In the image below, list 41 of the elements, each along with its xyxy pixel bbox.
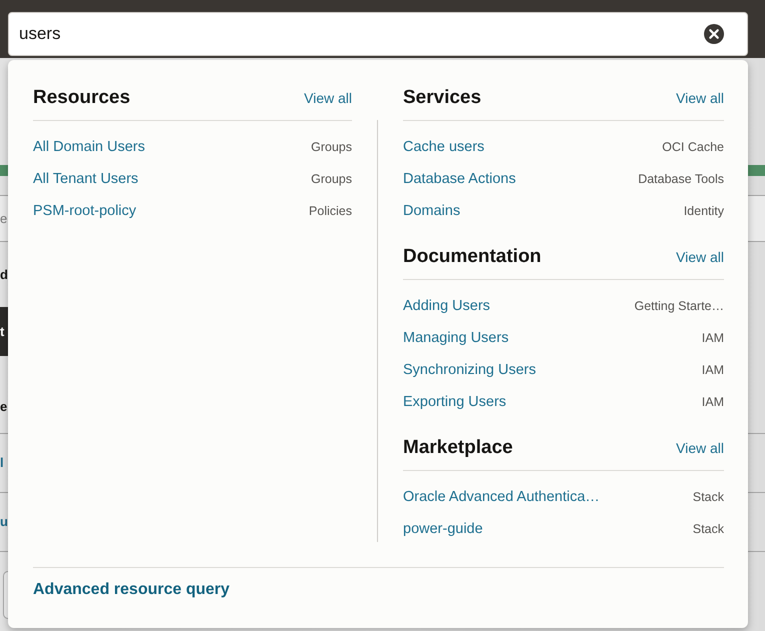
- view-all-link[interactable]: View all: [304, 90, 352, 106]
- result-link[interactable]: Cache users: [403, 139, 484, 155]
- section-heading: Marketplace: [403, 437, 513, 459]
- result-category: IAM: [702, 331, 724, 345]
- result-category: IAM: [702, 395, 724, 409]
- result-link[interactable]: Oracle Advanced Authentica…: [403, 489, 600, 505]
- link-text: u: [0, 514, 8, 530]
- section-heading: Services: [403, 87, 482, 109]
- search-field[interactable]: users: [8, 12, 748, 56]
- result-category: Policies: [308, 204, 352, 218]
- section-heading: Documentation: [403, 246, 542, 268]
- result-category: Getting Starte…: [634, 299, 724, 313]
- result-link[interactable]: Domains: [403, 203, 460, 219]
- result-category: OCI Cache: [662, 140, 724, 154]
- advanced-query-link[interactable]: Advanced resource query: [33, 581, 230, 598]
- view-all-link[interactable]: View all: [676, 249, 724, 265]
- link-text: l: [0, 455, 4, 471]
- result-link[interactable]: Exporting Users: [403, 394, 506, 410]
- result-category: Identity: [684, 204, 724, 218]
- result-category: Database Tools: [638, 172, 724, 186]
- section-heading: Resources: [33, 87, 130, 109]
- view-all-link[interactable]: View all: [676, 440, 724, 456]
- result-category: Stack: [692, 490, 724, 504]
- result-link[interactable]: All Tenant Users: [33, 171, 138, 187]
- clear-icon[interactable]: [704, 24, 724, 44]
- result-category: Stack: [692, 522, 724, 536]
- result-link[interactable]: PSM-root-policy: [33, 203, 136, 219]
- result-link[interactable]: Synchronizing Users: [403, 362, 536, 378]
- result-link[interactable]: Database Actions: [403, 171, 516, 187]
- view-all-link[interactable]: View all: [676, 90, 724, 106]
- result-link[interactable]: Managing Users: [403, 330, 509, 346]
- result-link[interactable]: power-guide: [403, 521, 483, 537]
- result-link[interactable]: All Domain Users: [33, 139, 145, 155]
- heading-text: e: [0, 399, 8, 415]
- result-category: IAM: [702, 363, 724, 377]
- result-category: Groups: [311, 140, 352, 154]
- result-link[interactable]: Adding Users: [403, 298, 490, 314]
- filled-button[interactable]: t: [0, 307, 8, 356]
- placeholder-text: e: [0, 210, 8, 226]
- heading-text: d: [0, 266, 8, 282]
- result-category: Groups: [311, 172, 352, 186]
